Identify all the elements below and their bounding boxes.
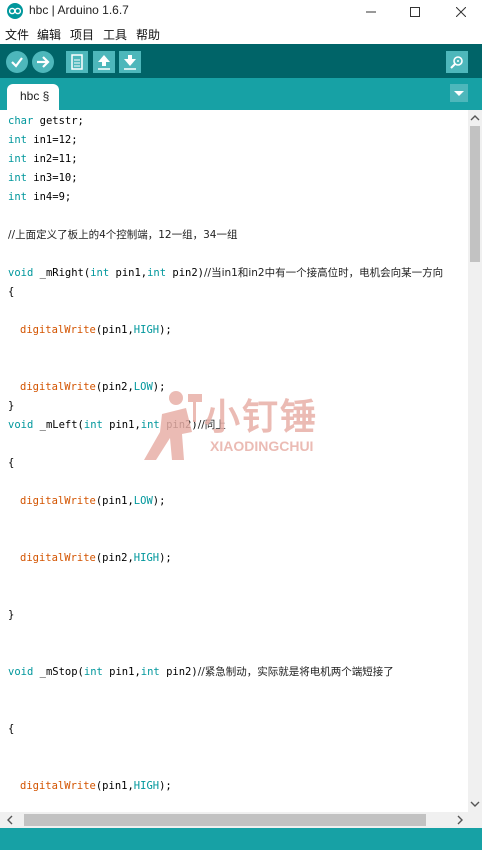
menu-edit[interactable]: 编辑 (37, 26, 61, 43)
code-line: void _mStop(int pin1,int pin2)//紧急制动，实际就… (8, 666, 394, 678)
vertical-scrollbar[interactable] (468, 110, 482, 812)
code-line: int in3=10; (8, 172, 78, 184)
menu-file[interactable]: 文件 (5, 26, 29, 43)
hammer-figure-icon (144, 391, 202, 460)
code-line: int in4=9; (8, 191, 72, 203)
code-line: digitalWrite(pin1,HIGH); (20, 324, 172, 336)
scroll-down-icon[interactable] (468, 798, 482, 810)
code-line: { (8, 723, 15, 735)
minimize-button[interactable] (354, 0, 388, 24)
verify-button[interactable] (6, 51, 28, 73)
menu-sketch[interactable]: 项目 (70, 26, 94, 43)
scroll-up-icon[interactable] (468, 112, 482, 124)
code-line: } (8, 400, 15, 412)
close-icon (455, 6, 467, 18)
open-arrow-up-icon (98, 55, 110, 70)
new-file-icon (71, 54, 83, 70)
code-comment-line: //上面定义了板上的4个控制端，12一组，34一组 (8, 229, 238, 241)
code-line: digitalWrite(pin2,HIGH); (20, 552, 172, 564)
watermark-title: 小钉锤 (204, 397, 319, 438)
serial-monitor-icon (450, 56, 463, 69)
serial-monitor-button[interactable] (446, 51, 468, 73)
code-line: { (8, 457, 15, 469)
toolbar (0, 44, 482, 78)
tab-bar: hbc § (0, 78, 482, 110)
horizontal-scrollbar[interactable] (0, 812, 482, 828)
code-line: digitalWrite(pin1,HIGH); (20, 780, 172, 792)
horizontal-scroll-thumb[interactable] (24, 814, 426, 826)
code-line: int in1=12; (8, 134, 78, 146)
code-line: } (8, 609, 15, 621)
vertical-scroll-thumb[interactable] (470, 126, 480, 262)
maximize-button[interactable] (398, 0, 432, 24)
scroll-right-icon[interactable] (454, 812, 466, 828)
watermark: 小钉锤 XIAODINGCHUI (142, 388, 354, 466)
code-line: int in2=11; (8, 153, 78, 165)
save-arrow-down-icon (124, 55, 136, 70)
arduino-logo-icon (7, 3, 23, 19)
tab-hbc[interactable]: hbc § (7, 84, 59, 110)
open-button[interactable] (93, 51, 115, 73)
minimize-icon (366, 11, 376, 13)
window-title: hbc | Arduino 1.6.7 (29, 3, 129, 17)
title-bar: hbc | Arduino 1.6.7 (0, 0, 482, 24)
maximize-icon (410, 7, 420, 17)
code-line: void _mRight(int pin1,int pin2)//当in1和in… (8, 267, 444, 279)
chevron-down-icon (454, 91, 464, 96)
scroll-left-icon[interactable] (4, 812, 16, 828)
close-button[interactable] (444, 0, 478, 24)
new-button[interactable] (66, 51, 88, 73)
watermark-subtitle: XIAODINGCHUI (210, 438, 314, 454)
code-line: digitalWrite(pin1,LOW); (20, 495, 166, 507)
code-line: char getstr; (8, 115, 84, 127)
menu-help[interactable]: 帮助 (136, 26, 160, 43)
upload-button[interactable] (32, 51, 54, 73)
save-button[interactable] (119, 51, 141, 73)
upload-arrow-icon (37, 56, 50, 68)
status-bar (0, 828, 482, 850)
code-line: { (8, 286, 15, 298)
tab-menu-button[interactable] (450, 84, 468, 102)
menu-bar: 文件 编辑 项目 工具 帮助 (0, 24, 482, 44)
tab-label: hbc § (20, 89, 50, 103)
menu-tools[interactable]: 工具 (103, 26, 127, 43)
verify-icon (11, 57, 23, 68)
